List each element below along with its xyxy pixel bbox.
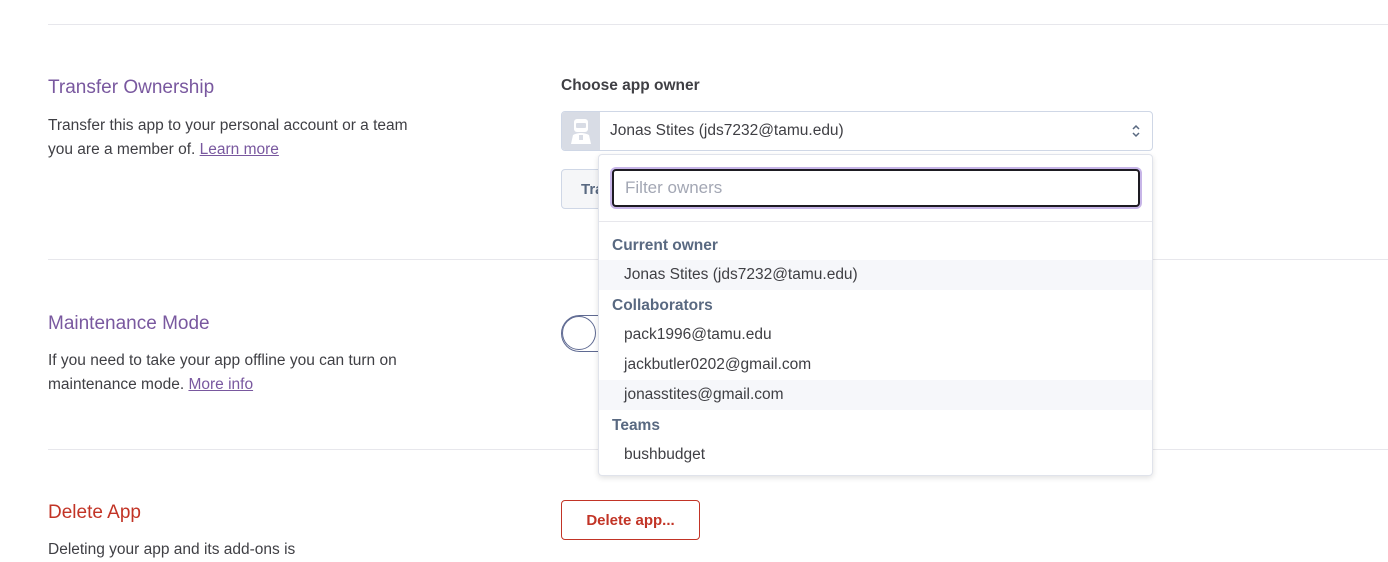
- user-avatar-icon: [571, 119, 591, 144]
- teams-header: Teams: [612, 417, 660, 434]
- delete-app-button[interactable]: Delete app...: [561, 500, 700, 540]
- more-info-link[interactable]: More info: [188, 376, 253, 393]
- maintenance-mode-title: Maintenance Mode: [48, 313, 210, 334]
- transfer-ownership-title: Transfer Ownership: [48, 77, 215, 98]
- collaborators-header: Collaborators: [612, 297, 713, 314]
- owner-option-collaborator[interactable]: jonasstites@gmail.com: [599, 380, 1152, 410]
- maintenance-mode-description: If you need to take your app offline you…: [48, 349, 408, 397]
- select-chevron-icon: [1129, 124, 1143, 138]
- owner-avatar: [562, 112, 600, 150]
- app-owner-select[interactable]: Jonas Stites (jds7232@tamu.edu): [561, 111, 1153, 151]
- settings-page: Transfer Ownership Transfer this app to …: [0, 0, 1388, 562]
- current-owner-header: Current owner: [612, 237, 718, 254]
- toggle-knob: [562, 316, 596, 350]
- transfer-ownership-description: Transfer this app to your personal accou…: [48, 114, 408, 162]
- owner-option-collaborator[interactable]: pack1996@tamu.edu: [599, 320, 1152, 350]
- owner-option-current[interactable]: Jonas Stites (jds7232@tamu.edu): [599, 260, 1152, 290]
- delete-app-description: Deleting your app and its add-ons is: [48, 541, 296, 558]
- owner-option-collaborator[interactable]: jackbutler0202@gmail.com: [599, 350, 1152, 380]
- section-divider: [48, 24, 1388, 25]
- owner-options-list: Current owner Jonas Stites (jds7232@tamu…: [599, 222, 1152, 470]
- delete-app-title: Delete App: [48, 502, 141, 523]
- learn-more-link[interactable]: Learn more: [200, 141, 279, 158]
- filter-owners-input[interactable]: [612, 169, 1140, 207]
- owner-dropdown: Current owner Jonas Stites (jds7232@tamu…: [598, 154, 1153, 476]
- filter-owners-wrapper: [599, 155, 1152, 222]
- selected-owner-text: Jonas Stites (jds7232@tamu.edu): [610, 122, 844, 139]
- choose-app-owner-label: Choose app owner: [561, 77, 700, 94]
- owner-option-team[interactable]: bushbudget: [599, 440, 1152, 470]
